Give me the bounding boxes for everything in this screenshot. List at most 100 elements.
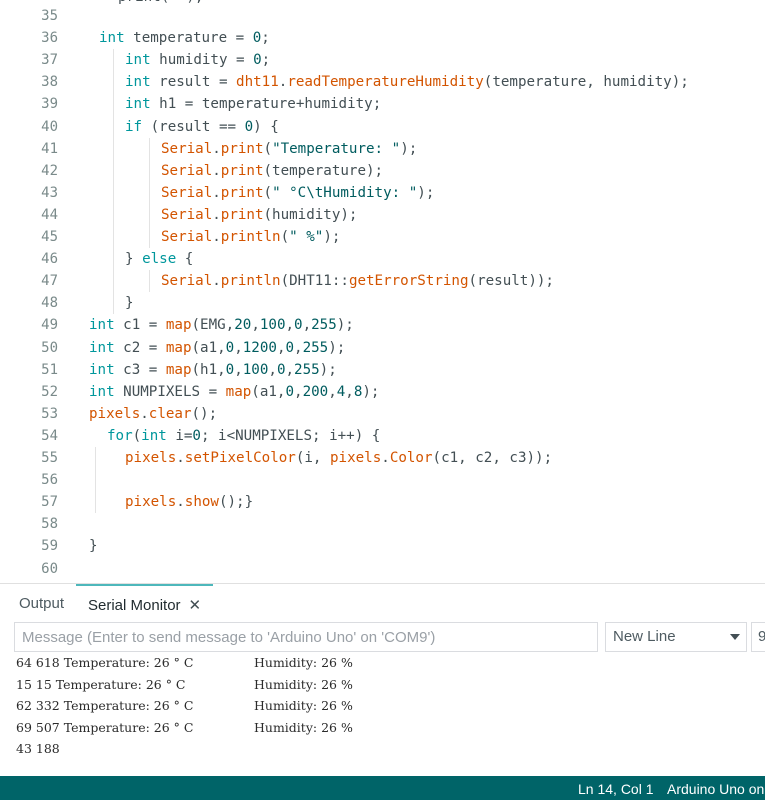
code-text: int temperature = 0; <box>99 30 270 47</box>
code-line[interactable]: 45 Serial.println(" %"); <box>0 226 765 248</box>
code-text: Serial.print(temperature); <box>161 162 384 179</box>
line-number: 56 <box>41 472 58 489</box>
code-line[interactable]: 54 for(int i=0; i<NUMPIXELS; i++) { <box>0 425 765 447</box>
indent-guide <box>149 137 150 249</box>
code-line[interactable]: 56 <box>0 469 765 491</box>
code-line[interactable]: 53 pixels.clear(); <box>0 403 765 425</box>
serial-line-humidity: Humidity: 26 % <box>254 676 353 692</box>
cursor-position[interactable]: Ln 14, Col 1 <box>578 776 654 800</box>
code-text: pixels.setPixelColor(i, pixels.Color(c1,… <box>125 450 553 466</box>
indent-guide <box>149 270 150 293</box>
line-number: 57 <box>41 494 58 511</box>
code-text: if (result == 0) { <box>125 118 279 135</box>
code-line[interactable]: 49 int c1 = map(EMG,20,100,0,255); <box>0 314 765 336</box>
code-text: Serial.println(DHT11::getErrorString(res… <box>161 273 554 290</box>
baud-rate-value: 9 <box>758 628 765 645</box>
code-line[interactable]: 57 pixels.show();} <box>0 491 765 513</box>
line-number: 37 <box>41 52 58 69</box>
serial-line: 62 332 Temperature: 26 ° C <box>16 698 194 713</box>
status-bar: Ln 14, Col 1 Arduino Uno on COM9 <box>0 776 765 800</box>
code-line[interactable]: 55 pixels.setPixelColor(i, pixels.Color(c… <box>0 447 765 469</box>
serial-line: 64 618 Temperature: 26 ° C <box>16 658 194 670</box>
line-number: 35 <box>41 8 58 24</box>
serial-line: 15 15 Temperature: 26 ° C <box>16 676 186 692</box>
code-line[interactable]: 40 if (result == 0) { <box>0 116 765 138</box>
code-text: int h1 = temperature+humidity; <box>125 96 382 113</box>
line-ending-select[interactable]: New Line <box>605 622 747 652</box>
code-text: pixels.show();} <box>125 494 254 511</box>
code-line[interactable]: 43 Serial.print(" °C\tHumidity: "); <box>0 182 765 204</box>
code-editor[interactable]: print(""); 3536int temperature = 0;37int… <box>0 0 765 583</box>
line-number: 41 <box>41 140 58 157</box>
code-line[interactable]: 42 Serial.print(temperature); <box>0 160 765 182</box>
code-text: int c1 = map(EMG,20,100,0,255); <box>89 317 354 334</box>
code-line[interactable]: 46 } else { <box>0 248 765 270</box>
code-line[interactable]: 51 int c3 = map(h1,0,100,0,255); <box>0 359 765 381</box>
bottom-panel-tabs: Output Serial Monitor ✕ <box>0 583 765 624</box>
line-number: 48 <box>41 295 58 312</box>
code-line[interactable]: 41 Serial.print("Temperature: "); <box>0 138 765 160</box>
code-line[interactable]: 50 int c2 = map(a1,0,1200,0,255); <box>0 337 765 359</box>
line-number: 54 <box>41 427 58 444</box>
indent-guide <box>113 49 114 315</box>
tab-serial-monitor-label: Serial Monitor <box>88 597 181 614</box>
line-number: 44 <box>41 206 58 223</box>
close-icon[interactable]: ✕ <box>189 597 202 614</box>
code-line[interactable]: 38 int result = dht11.readTemperatureHumi… <box>0 71 765 93</box>
code-line[interactable]: 44 Serial.print(humidity); <box>0 204 765 226</box>
serial-line: 69 507 Temperature: 26 ° C <box>16 719 194 735</box>
line-number: 42 <box>41 162 58 179</box>
code-text: Serial.print(humidity); <box>161 206 358 223</box>
line-number: 39 <box>41 96 58 113</box>
message-bar: New Line 9 <box>0 620 765 658</box>
code-text: Serial.print(" °C\tHumidity: "); <box>161 184 435 201</box>
line-number: 49 <box>41 317 58 334</box>
line-ending-value: New Line <box>613 628 676 645</box>
message-input[interactable] <box>14 622 598 652</box>
line-number: 60 <box>41 560 58 577</box>
code-line[interactable]: 47 Serial.println(DHT11::getErrorString(r… <box>0 270 765 292</box>
line-number: 45 <box>41 229 58 245</box>
line-number: 55 <box>41 450 58 466</box>
code-text: for(int i=0; i<NUMPIXELS; i++) { <box>107 427 381 444</box>
code-line[interactable]: 59} <box>0 535 765 557</box>
serial-output: 64 618 Temperature: 26 ° C Humidity: 26 %… <box>0 658 765 776</box>
tab-serial-monitor[interactable]: Serial Monitor ✕ <box>76 584 214 624</box>
chevron-down-icon <box>730 634 740 640</box>
line-number: 53 <box>41 405 58 422</box>
serial-line-humidity: Humidity: 26 % <box>254 658 353 670</box>
baud-rate-select[interactable]: 9 <box>751 622 765 652</box>
code-text: int c2 = map(a1,0,1200,0,255); <box>89 339 346 356</box>
code-line[interactable]: 37 int humidity = 0; <box>0 49 765 71</box>
line-number: 43 <box>41 184 58 201</box>
code-text: } <box>89 538 98 555</box>
serial-line-humidity: Humidity: 26 % <box>254 698 353 713</box>
line-number: 47 <box>41 273 58 290</box>
board-port-status[interactable]: Arduino Uno on COM9 <box>667 776 765 800</box>
code-line[interactable]: 60 <box>0 558 765 580</box>
line-number: 46 <box>41 251 58 268</box>
code-line[interactable]: 48} <box>0 292 765 314</box>
code-line[interactable]: 35 <box>0 5 765 27</box>
line-number: 58 <box>41 516 58 533</box>
code-text: Serial.println(" %"); <box>161 229 341 245</box>
tab-output-label: Output <box>19 595 65 612</box>
code-line[interactable]: 52 int NUMPIXELS = map(a1,0,200,4,8); <box>0 381 765 403</box>
code-text: int humidity = 0; <box>125 52 271 69</box>
code-text: int result = dht11.readTemperatureHumidi… <box>125 74 689 91</box>
code-line[interactable]: 36 int temperature = 0; <box>0 27 765 49</box>
line-number: 50 <box>41 339 58 356</box>
code-text: int NUMPIXELS = map(a1,0,200,4,8); <box>89 383 380 400</box>
line-number: 52 <box>41 383 58 400</box>
indent-guide <box>95 447 96 514</box>
line-number: 40 <box>41 118 58 135</box>
line-number: 36 <box>41 30 58 47</box>
code-text: } else { <box>125 251 194 268</box>
code-text: Serial.print("Temperature: "); <box>161 140 418 157</box>
code-line[interactable]: 58 <box>0 513 765 535</box>
code-text: } <box>125 295 134 312</box>
line-number: 38 <box>41 74 58 91</box>
code-line[interactable]: 39 int h1 = temperature+humidity; <box>0 93 765 115</box>
tab-output[interactable]: Output <box>19 584 64 622</box>
code-text: int c3 = map(h1,0,100,0,255); <box>89 361 337 378</box>
